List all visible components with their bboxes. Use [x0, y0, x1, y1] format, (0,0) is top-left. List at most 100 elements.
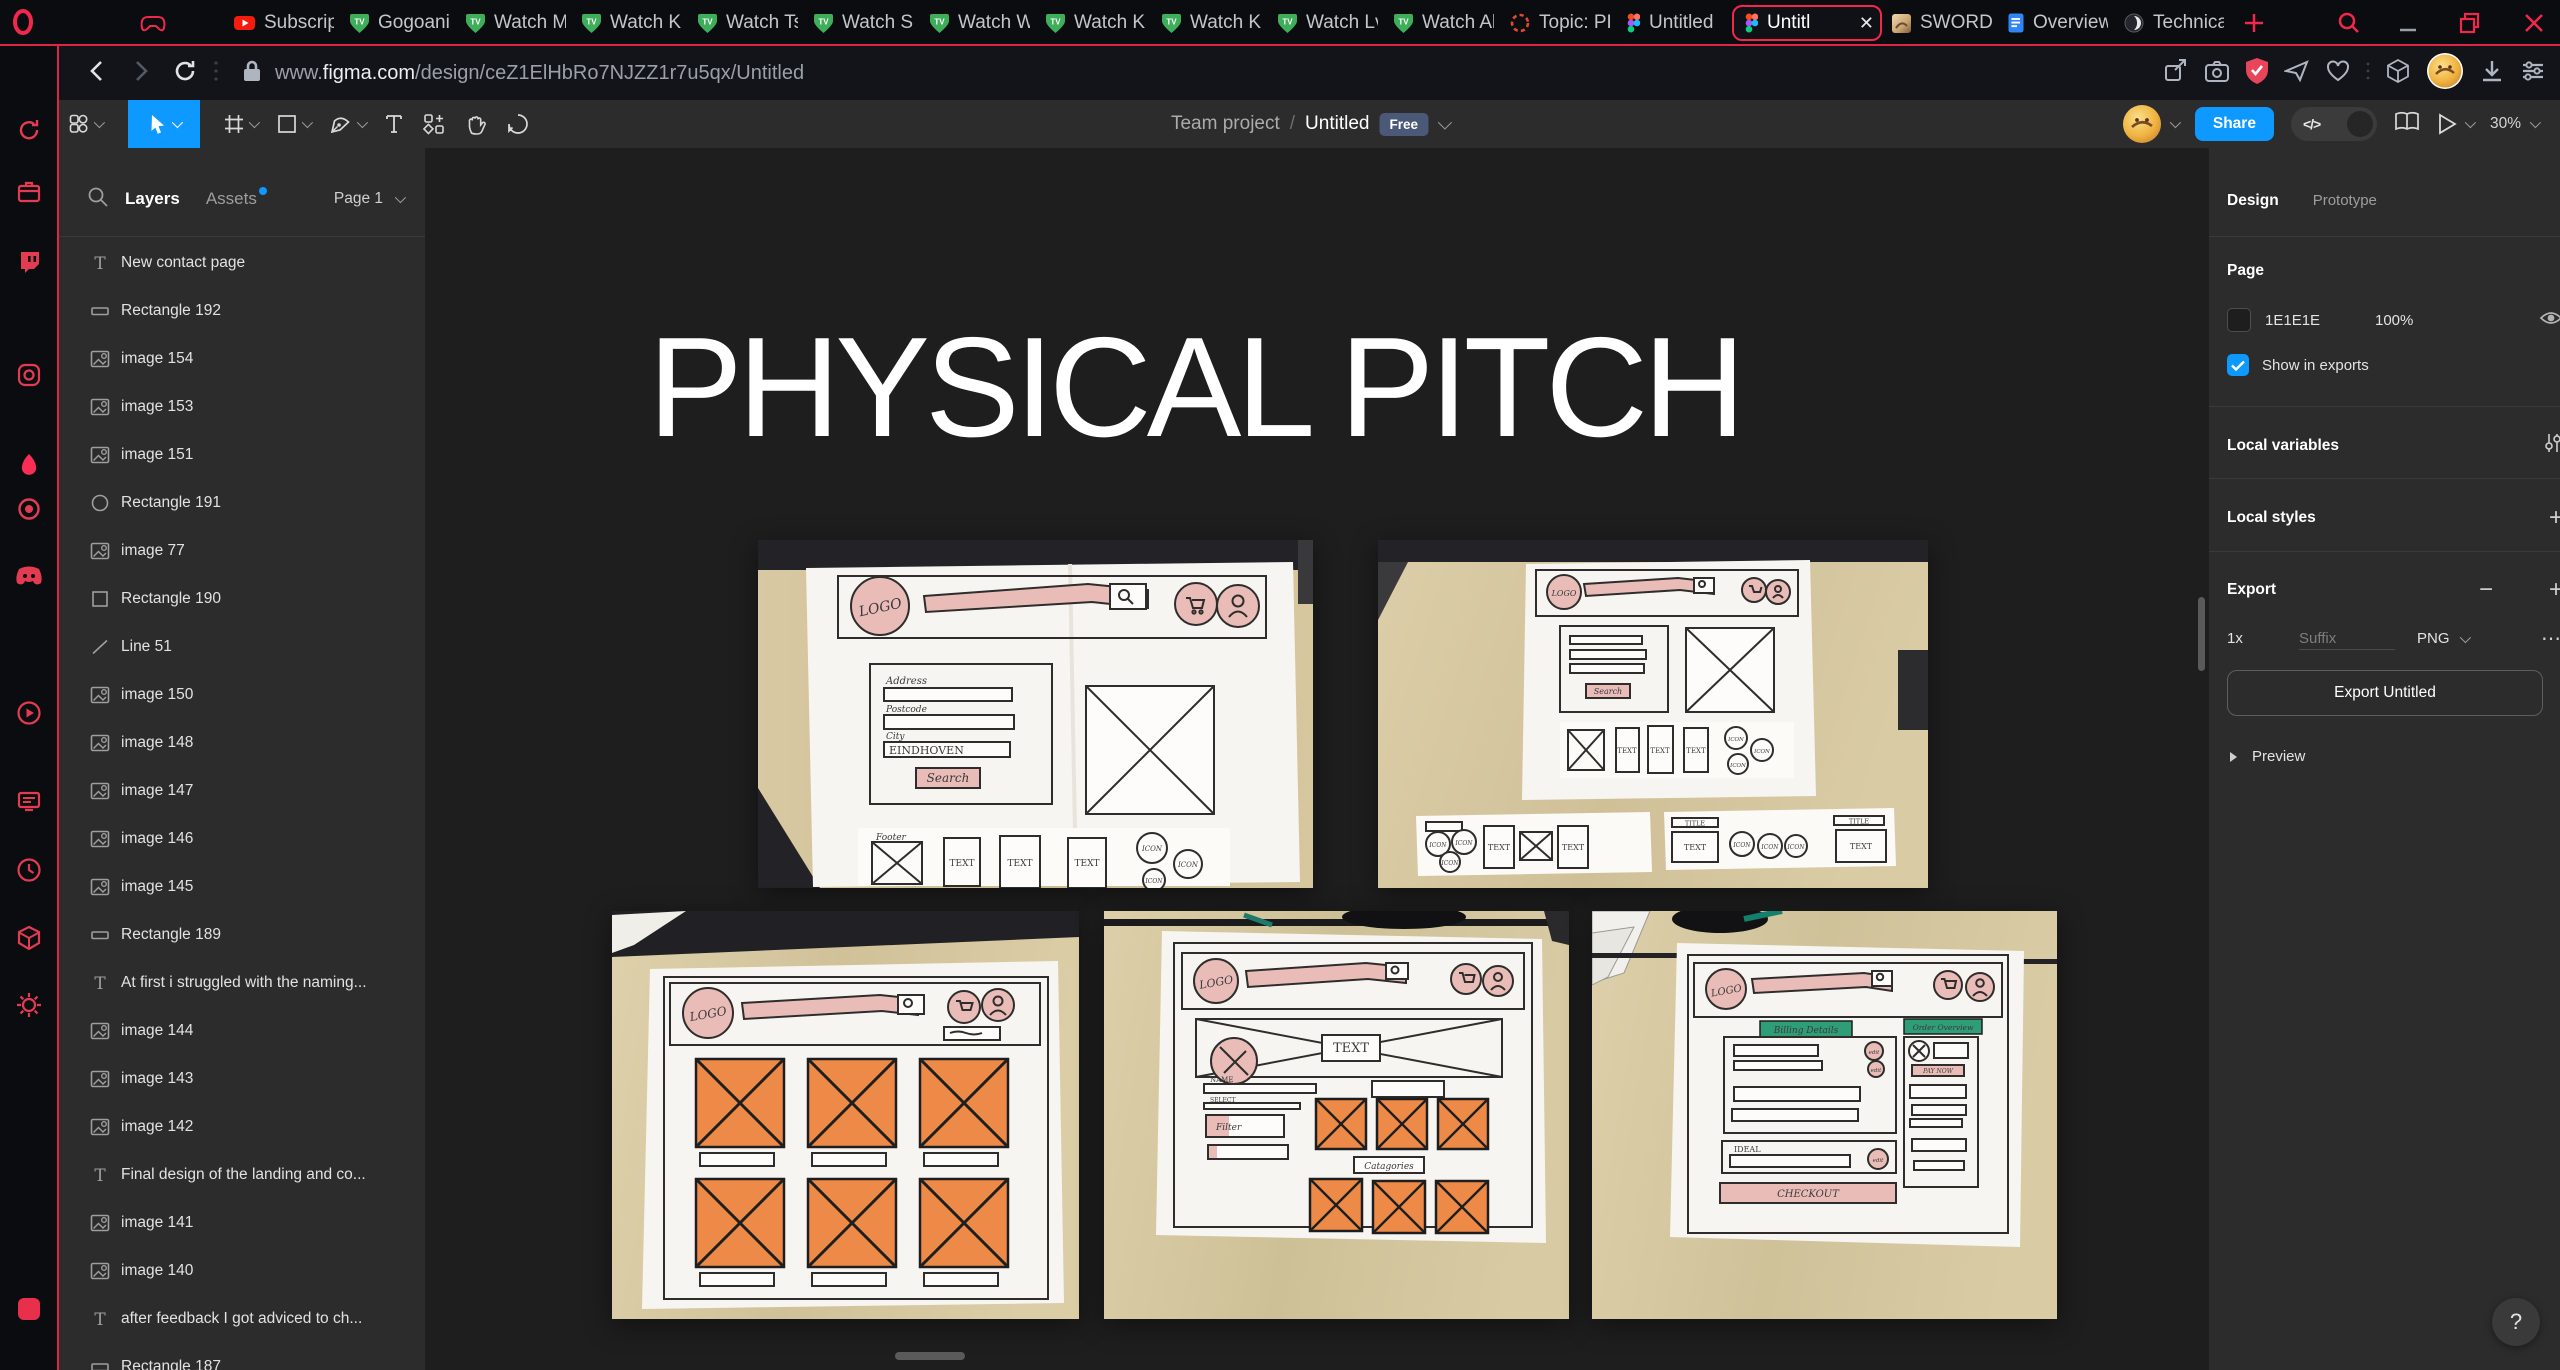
bookmark-heart-icon[interactable] — [2325, 59, 2351, 88]
zoom-menu[interactable]: 30% — [2490, 115, 2538, 133]
layer-row-after-feedback-i-got-adviced-to-ch-[interactable]: Tafter feedback I got adviced to ch... — [59, 1295, 425, 1343]
layer-row-image-143[interactable]: image 143 — [59, 1055, 425, 1103]
back-icon[interactable] — [85, 58, 111, 89]
tab-layers[interactable]: Layers — [125, 189, 180, 209]
variables-sliders-icon[interactable] — [2543, 432, 2560, 459]
browser-tab-watch-ak[interactable]: TVWatch Ak — [1384, 5, 1500, 41]
layer-row-rectangle-192[interactable]: Rectangle 192 — [59, 287, 425, 335]
layer-row-image-150[interactable]: image 150 — [59, 671, 425, 719]
page-color-hex[interactable]: 1E1E1E — [2265, 312, 2361, 329]
window-close-button[interactable] — [2522, 11, 2546, 40]
tab-assets[interactable]: Assets — [206, 189, 257, 209]
layer-row-image-141[interactable]: image 141 — [59, 1199, 425, 1247]
sidebar-twitch-icon[interactable] — [14, 247, 44, 277]
layer-row-at-first-i-struggled-with-the-naming-[interactable]: TAt first i struggled with the naming... — [59, 959, 425, 1007]
browser-tab-watch-ka[interactable]: TVWatch Ka — [1152, 5, 1268, 41]
chevron-down-icon[interactable] — [1437, 116, 1451, 130]
sidebar-settings-gear-icon[interactable] — [14, 990, 44, 1020]
sidebar-player-icon[interactable] — [14, 786, 44, 816]
layer-row-image-144[interactable]: image 144 — [59, 1007, 425, 1055]
layer-row-image-153[interactable]: image 153 — [59, 383, 425, 431]
extension-cube-icon[interactable] — [2385, 58, 2411, 89]
sidebar-easy-files-icon[interactable] — [14, 177, 44, 207]
sidebar-rooms-icon[interactable] — [14, 360, 44, 390]
canvas-photo-wireframe-categories[interactable]: LOGO TEXT NAME SELECT Filter — [1104, 911, 1569, 1319]
window-restore-button[interactable] — [2458, 11, 2482, 40]
browser-tab-watch-ka[interactable]: TVWatch Ka — [1036, 5, 1152, 41]
vertical-scrollbar[interactable] — [2198, 597, 2205, 671]
sidebar-discord-icon[interactable] — [14, 561, 44, 591]
add-export-plus-icon[interactable]: + — [2549, 576, 2560, 604]
browser-tab-topic-pp[interactable]: Topic: PP — [1500, 5, 1616, 41]
hand-tool-button[interactable] — [455, 100, 497, 148]
browser-tab-watch-ts[interactable]: TVWatch Ts — [688, 5, 804, 41]
breadcrumb-project[interactable]: Team project — [1171, 113, 1280, 135]
canvas-photo-wireframe-checkout[interactable]: LOGO Billing Details Order Overview edit… — [1592, 911, 2057, 1319]
chevron-down-icon[interactable] — [2459, 631, 2470, 642]
browser-tab-sword[interactable]: SWORD — [1882, 5, 1998, 41]
move-tool-button[interactable] — [128, 100, 200, 148]
export-scale[interactable]: 1x — [2227, 630, 2299, 647]
layer-row-line-51[interactable]: Line 51 — [59, 623, 425, 671]
browser-tab-watch-m[interactable]: TVWatch M — [456, 5, 572, 41]
canvas-photo-wireframe-shop-grid[interactable]: LOGO — [612, 911, 1079, 1319]
preview-disclosure-triangle[interactable] — [2229, 751, 2238, 763]
layer-row-image-142[interactable]: image 142 — [59, 1103, 425, 1151]
sidebar-speed-dial-icon[interactable] — [14, 113, 44, 143]
sidebar-history-clock-icon[interactable] — [14, 855, 44, 885]
help-button[interactable]: ? — [2492, 1298, 2540, 1346]
browser-tab-subscript[interactable]: Subscript — [224, 5, 340, 41]
share-button[interactable]: Share — [2195, 107, 2274, 141]
tab-prototype[interactable]: Prototype — [2313, 192, 2377, 210]
figma-main-menu[interactable] — [59, 100, 112, 148]
snapshot-camera-icon[interactable] — [2204, 59, 2230, 88]
adblock-shield-icon[interactable] — [2245, 57, 2269, 90]
browser-tab-untitled[interactable]: Untitled — [1616, 5, 1732, 41]
export-format-select[interactable]: PNG — [2417, 630, 2450, 647]
canvas-photo-wireframe-landing-1[interactable]: LOGO Address Postcode City EINDHOVEN Sea… — [758, 540, 1313, 888]
settings-sliders-icon[interactable] — [2520, 58, 2546, 89]
chevron-down-icon[interactable] — [2170, 117, 2181, 128]
export-more-icon[interactable]: ⋯ — [2541, 626, 2560, 651]
search-icon[interactable] — [87, 186, 109, 213]
browser-tab-watch-w[interactable]: TVWatch W — [920, 5, 1036, 41]
browser-tab-technical[interactable]: Technical — [2114, 5, 2230, 41]
horizontal-scrollbar[interactable] — [895, 1352, 965, 1360]
new-tab-button[interactable] — [2243, 12, 2265, 39]
page-color-swatch[interactable] — [2227, 308, 2251, 332]
browser-tab-gogoanin[interactable]: TVGogoanin — [340, 5, 456, 41]
text-tool-button[interactable] — [375, 100, 413, 148]
layer-row-image-140[interactable]: image 140 — [59, 1247, 425, 1295]
send-to-device-icon[interactable] — [2284, 59, 2310, 88]
chevron-down-icon[interactable] — [2465, 117, 2476, 128]
preview-label[interactable]: Preview — [2252, 748, 2305, 765]
export-untitled-button[interactable]: Export Untitled — [2227, 670, 2543, 716]
share-page-icon[interactable] — [2163, 58, 2189, 89]
shape-tool-button[interactable] — [267, 100, 320, 148]
layer-row-image-154[interactable]: image 154 — [59, 335, 425, 383]
current-user-avatar[interactable] — [2122, 104, 2178, 144]
breadcrumb-filename[interactable]: Untitled — [1305, 113, 1369, 135]
browser-tab-watch-se[interactable]: TVWatch Se — [804, 5, 920, 41]
sidebar-gx-store-icon[interactable] — [14, 923, 44, 953]
browser-tab-watch-ke[interactable]: TVWatch Ke — [572, 5, 688, 41]
show-in-exports-checkbox[interactable] — [2227, 354, 2249, 376]
profile-avatar[interactable] — [2426, 52, 2464, 95]
browser-tab-watch-lv[interactable]: TVWatch Lv — [1268, 5, 1384, 41]
sidebar-play-icon[interactable] — [14, 698, 44, 728]
resources-tool-button[interactable] — [413, 100, 455, 148]
visibility-eye-icon[interactable] — [2539, 309, 2560, 332]
layer-row-new-contact-page[interactable]: TNew contact page — [59, 239, 425, 287]
layer-row-image-145[interactable]: image 145 — [59, 863, 425, 911]
sidebar-pinboard-icon[interactable] — [14, 1294, 44, 1324]
canvas-photo-wireframe-landing-2[interactable]: LOGO Search TEXT TEXT TEXT ICON ICON ICO… — [1378, 540, 1928, 888]
library-book-icon[interactable] — [2394, 111, 2420, 138]
reload-icon[interactable] — [171, 57, 199, 90]
url-text[interactable]: www.figma.com/design/ceZ1ElHbRo7NJZZ1r7u… — [275, 62, 804, 85]
dev-mode-toggle[interactable]: </> — [2291, 107, 2377, 141]
present-button[interactable] — [2437, 113, 2473, 135]
page-selector[interactable]: Page 1 — [334, 190, 403, 208]
remove-export-minus-icon[interactable]: − — [2479, 576, 2493, 604]
gx-controller-icon[interactable] — [138, 13, 168, 38]
layer-row-image-77[interactable]: image 77 — [59, 527, 425, 575]
